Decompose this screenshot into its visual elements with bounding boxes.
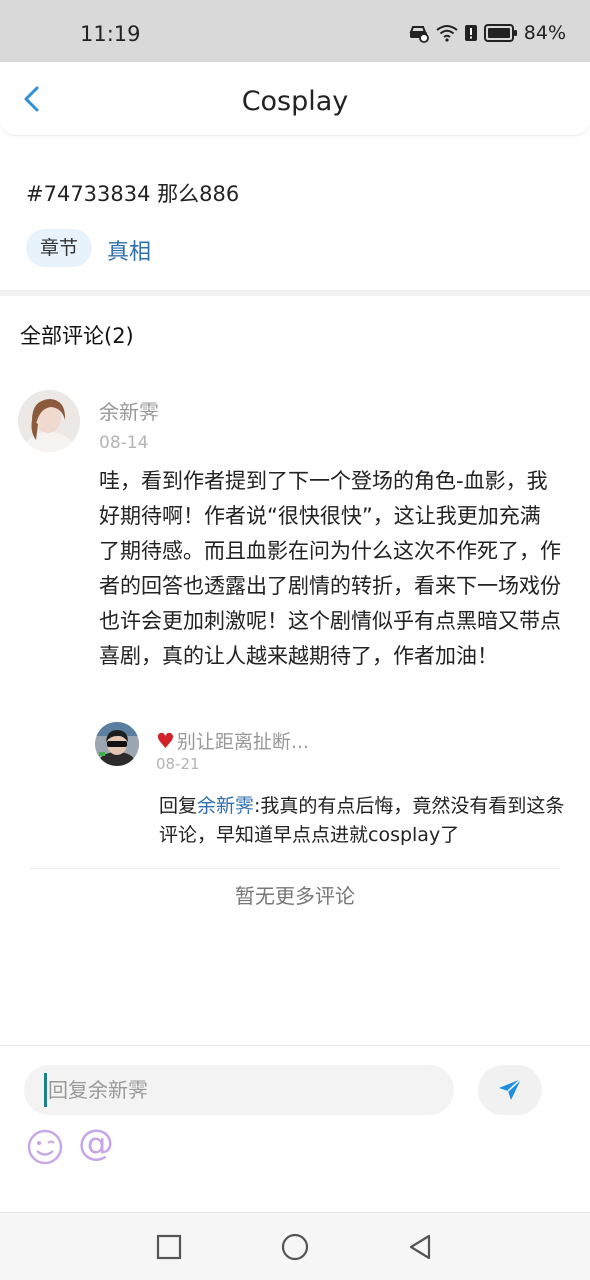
status-time: 11:19	[80, 22, 141, 46]
reply-avatar[interactable]	[95, 722, 139, 766]
recent-apps-button[interactable]	[155, 1233, 183, 1261]
status-icons: 84%	[408, 22, 566, 44]
header-bar: Cosplay	[0, 62, 590, 136]
section-divider	[0, 290, 590, 296]
reply-author-row[interactable]: ♥ 别让距离扯断...	[156, 727, 309, 754]
system-nav-bar	[0, 1212, 590, 1280]
send-icon	[499, 1078, 522, 1100]
reply-mention[interactable]: 余新霁	[197, 795, 254, 817]
user-avatar-icon	[18, 390, 80, 452]
wifi-icon	[436, 24, 458, 42]
divider	[30, 868, 560, 869]
chapter-link[interactable]: 真相	[107, 234, 151, 266]
status-bar: 11:19 84%	[0, 0, 590, 62]
reply-input[interactable]	[24, 1065, 454, 1115]
reply-author: 别让距离扯断...	[176, 731, 309, 753]
circle-icon	[281, 1233, 309, 1261]
heart-icon: ♥	[156, 728, 175, 753]
alert-icon	[464, 24, 478, 42]
comment-author[interactable]: 余新霁	[99, 396, 159, 425]
emoji-icon	[27, 1129, 63, 1165]
battery-icon	[483, 24, 518, 42]
emoji-button[interactable]	[26, 1128, 64, 1166]
mention-at-icon[interactable]: @	[78, 1124, 114, 1164]
battery-percent: 84%	[523, 22, 566, 44]
reply-composer: @	[0, 1045, 590, 1212]
reply-prefix: 回复	[159, 795, 198, 817]
car-mode-icon	[408, 23, 430, 43]
avatar[interactable]	[18, 390, 80, 452]
chapter-tag: 章节	[26, 229, 93, 267]
comments-title: 全部评论(2)	[20, 324, 134, 348]
home-button[interactable]	[281, 1233, 309, 1261]
comment-date: 08-14	[99, 433, 149, 453]
page-title: Cosplay	[241, 86, 349, 117]
triangle-back-icon	[409, 1234, 431, 1260]
reply-date: 08-21	[156, 755, 200, 773]
send-button[interactable]	[478, 1065, 542, 1115]
comment-text[interactable]: 哇，看到作者提到了下一个登场的角色-血影，我好期待啊！作者说“很快很快”，这让我…	[99, 464, 561, 674]
reply-text[interactable]: 回复余新霁:我真的有点后悔，竟然没有看到这条评论，早知道早点点进就cosplay…	[159, 792, 569, 850]
user-avatar-icon	[95, 722, 139, 766]
square-icon	[156, 1234, 182, 1260]
post-info: #74733834 那么886	[26, 182, 240, 206]
no-more-comments: 暂无更多评论	[235, 884, 355, 908]
text-caret	[44, 1073, 47, 1107]
back-nav-button[interactable]	[406, 1233, 434, 1261]
